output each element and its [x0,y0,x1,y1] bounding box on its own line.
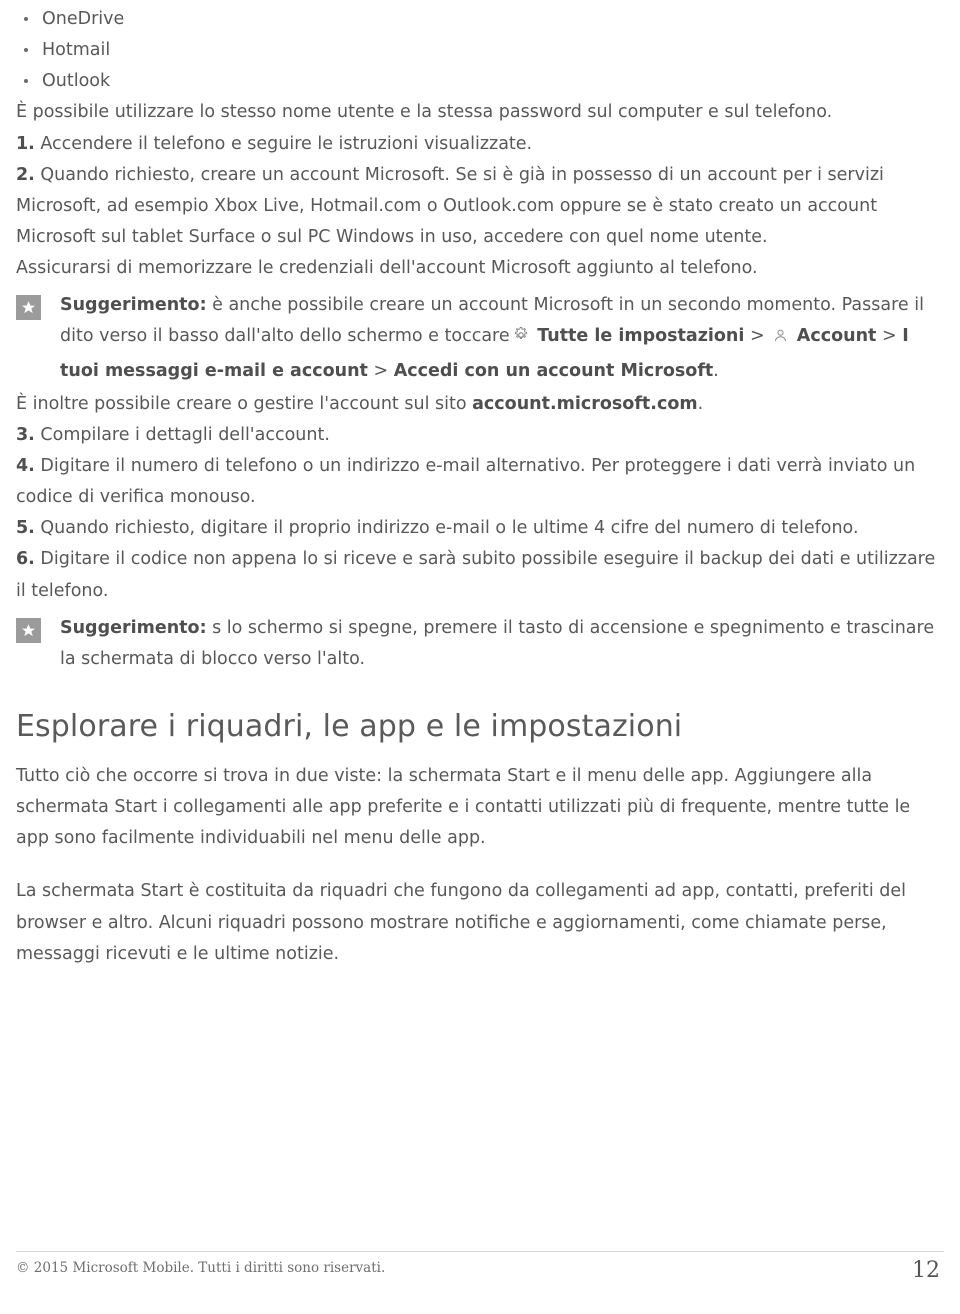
list-item: OneDrive [16,4,944,35]
step-number: 1. [16,133,35,154]
person-icon [772,324,789,355]
footer-copyright: © 2015 Microsoft Mobile. Tutti i diritti… [16,1260,386,1276]
step-number: 4. [16,455,35,476]
step-text: Quando richiesto, digitare il proprio in… [34,518,859,539]
step-4: 4. Digitare il numero di telefono o un i… [16,451,944,513]
step-number: 3. [16,424,35,445]
list-item: Outlook [16,66,944,97]
manage-period: . [697,393,704,414]
step-text: Compilare i dettagli dell'account. [34,424,330,445]
separator-2: > [881,326,897,347]
page-content: OneDrive Hotmail Outlook È possibile uti… [16,0,944,970]
gear-icon [512,324,530,355]
service-bullet-list: OneDrive Hotmail Outlook [16,4,944,97]
tip-block-2: Suggerimento: s lo schermo si spegne, pr… [16,613,944,675]
star-tip-icon [16,295,41,321]
sign-in-label: Accedi con un account Microsoft [393,360,714,381]
account-site-url: account.microsoft.com [472,393,698,414]
account-label: Account [796,326,877,347]
page-footer: © 2015 Microsoft Mobile. Tutti i diritti… [16,1251,944,1294]
bullet-label: Hotmail [42,40,111,61]
bullet-label: OneDrive [42,9,125,29]
tip-block-1: Suggerimento: è anche possibile creare u… [16,290,944,386]
step-text: Quando richiesto, creare un account Micr… [16,164,884,247]
step-5: 5. Quando richiesto, digitare il proprio… [16,513,944,544]
section-heading: Esplorare i riquadri, le app e le impost… [16,708,683,744]
manage-text: È inoltre possibile creare o gestire l'a… [16,393,473,414]
list-item: Hotmail [16,35,944,66]
step-1: 1. Accendere il telefono e seguire le is… [16,129,944,160]
step-number: 2. [16,164,35,185]
credentials-note: Assicurarsi di memorizzare le credenzial… [16,258,758,279]
tip-1-period: . [713,360,719,381]
tip-label: Suggerimento: [60,295,207,316]
separator-3: > [373,360,389,381]
step-text: Accendere il telefono e seguire le istru… [34,133,533,154]
all-settings-label: Tutte le impostazioni [537,326,745,347]
manage-account-line: È inoltre possibile creare o gestire l'a… [16,389,944,420]
step-text: Digitare il numero di telefono o un indi… [16,455,916,508]
separator-1: > [749,326,765,347]
star-tip-icon [16,617,41,643]
body-paragraph-1: Tutto ciò che occorre si trova in due vi… [16,765,911,849]
intro-paragraph: È possibile utilizzare lo stesso nome ut… [16,102,833,123]
document-page: OneDrive Hotmail Outlook È possibile uti… [0,0,960,1314]
step-2: 2. Quando richiesto, creare un account M… [16,160,944,253]
body-paragraph-2: La schermata Start è costituita da riqua… [16,881,906,964]
tip-label: Suggerimento: [60,617,207,638]
step-text: Digitare il codice non appena lo si rice… [16,549,936,601]
step-6: 6. Digitare il codice non appena lo si r… [16,544,944,606]
step-number: 6. [16,549,35,570]
footer-page-number: 12 [912,1258,940,1283]
step-3: 3. Compilare i dettagli dell'account. [16,420,944,451]
tip-1-text: Suggerimento: è anche possibile creare u… [60,290,944,386]
tip-2-text: Suggerimento: s lo schermo si spegne, pr… [60,613,944,675]
bullet-label: Outlook [42,71,111,92]
step-number: 5. [16,518,35,539]
